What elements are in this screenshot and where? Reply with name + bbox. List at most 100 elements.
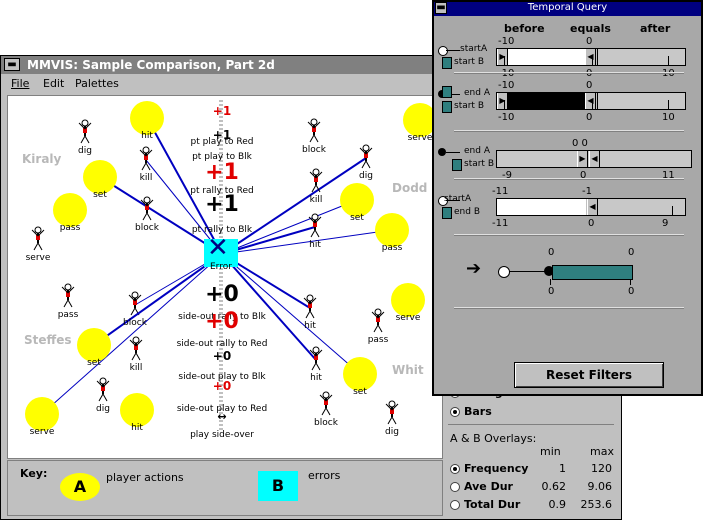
- tq-label-a: end A: [464, 88, 490, 98]
- row-divider: [454, 72, 684, 74]
- action-node-circle[interactable]: [391, 283, 425, 317]
- action-node-circle[interactable]: [343, 357, 377, 391]
- scale-label: pt rally to Blk: [191, 225, 253, 235]
- slider-tick: [592, 100, 593, 110]
- tq-bottom-value: 10: [662, 112, 675, 123]
- header-after: after: [640, 22, 671, 35]
- tq-label-a: startA: [444, 194, 472, 204]
- tq-top-value: 0: [586, 80, 593, 91]
- action-node-circle[interactable]: [340, 183, 374, 217]
- action-node-circle[interactable]: [375, 213, 409, 247]
- tq-range-slider[interactable]: ▶◀: [496, 198, 686, 216]
- action-label: pass: [59, 223, 81, 233]
- action-label: dig: [385, 427, 399, 437]
- scale-symbol: +1: [205, 160, 239, 185]
- right-handle-icon[interactable]: ◀: [587, 199, 598, 215]
- tq-range-slider[interactable]: ▶◀: [496, 150, 692, 168]
- tq-title-bar[interactable]: ▬ Temporal Query: [434, 2, 701, 16]
- action-node-circle[interactable]: [83, 160, 117, 194]
- scale-label: side-out rally to Red: [176, 339, 268, 349]
- tq-bottom-value: 0: [588, 218, 595, 229]
- header-equals: equals: [570, 22, 611, 35]
- right-handle-icon[interactable]: ◀: [585, 49, 596, 65]
- action-node-circle[interactable]: [77, 328, 111, 362]
- action-label: dig: [359, 171, 373, 181]
- left-handle-icon[interactable]: ▶: [577, 151, 588, 167]
- row-divider: [454, 130, 684, 132]
- tq-bottom-value: 9: [662, 218, 669, 229]
- scale-symbol: ↔: [217, 410, 227, 423]
- slider-tick: [672, 206, 673, 216]
- timeline-bar: [552, 265, 633, 280]
- tq-range-slider[interactable]: ▶◀◀: [496, 92, 686, 110]
- temporal-query-window: ▬ Temporal Query before equals after sta…: [432, 0, 703, 396]
- tq-label-b: start B: [454, 57, 484, 67]
- reset-filters-button[interactable]: Reset Filters: [514, 362, 664, 388]
- tq-label-b: end B: [454, 207, 480, 217]
- timeline-bottom-left: 0: [548, 286, 555, 297]
- tq-top-value: 0 0: [572, 138, 588, 149]
- action-label: kill: [129, 363, 143, 373]
- timeline-tick-left: [550, 279, 551, 285]
- timeline-line: [504, 271, 546, 272]
- header-before: before: [504, 22, 545, 35]
- slider-tick: [668, 56, 669, 66]
- player-name-dodd: Dodd: [392, 181, 428, 195]
- slider-fill: [497, 93, 593, 109]
- slider-fill: [497, 49, 593, 65]
- left-handle-icon[interactable]: ▶: [497, 49, 508, 65]
- action-node-circle[interactable]: [53, 193, 87, 227]
- scale-symbol: +0: [212, 379, 232, 393]
- scale-symbol: +1: [212, 104, 232, 118]
- action-label: serve: [29, 427, 55, 437]
- scale-symbol: +1: [205, 192, 239, 217]
- action-node-circle[interactable]: [130, 101, 164, 135]
- slider-fill: [497, 199, 595, 215]
- tq-label-b: start B: [464, 159, 494, 169]
- action-label: kill: [309, 195, 323, 205]
- scale-symbol: +0: [205, 309, 239, 334]
- scale-label: play side-over: [190, 430, 254, 440]
- arrow-right-icon: ➔: [466, 258, 482, 279]
- action-label: dig: [78, 146, 92, 156]
- timeline-bottom-right: 0: [628, 286, 635, 297]
- filled-dot-icon: [438, 148, 446, 156]
- tq-top-value: -10: [498, 80, 515, 91]
- tq-label-a: startA: [460, 44, 488, 54]
- action-label: pass: [367, 335, 389, 345]
- scale-symbol: +0: [205, 282, 239, 307]
- action-label: pass: [57, 310, 79, 320]
- timeline-tick-right: [630, 279, 631, 285]
- action-node-circle[interactable]: [120, 393, 154, 427]
- tq-title: Temporal Query: [527, 2, 608, 13]
- b-square-icon: [442, 101, 452, 113]
- tq-bottom-value: -11: [492, 218, 509, 229]
- action-node-circle[interactable]: [25, 397, 59, 431]
- left-handle-icon[interactable]: ▶: [497, 93, 508, 109]
- tq-bottom-value: -10: [498, 112, 515, 123]
- row-divider: [454, 307, 684, 309]
- action-label: block: [314, 418, 338, 428]
- scale-symbol: +0: [212, 349, 232, 363]
- b-square-icon: [442, 57, 452, 69]
- tq-label-a: end A: [464, 146, 490, 156]
- right-handle-icon[interactable]: ◀: [589, 151, 600, 167]
- error-label: Error: [210, 262, 232, 272]
- action-label: hit: [304, 321, 316, 331]
- a-square-icon: [442, 86, 452, 98]
- timeline-open-dot: [498, 266, 510, 278]
- open-dot-icon: [438, 46, 448, 56]
- player-name-whit: Whit: [392, 363, 424, 377]
- right-handle-icon[interactable]: ◀: [585, 93, 596, 109]
- slider-tick: [504, 56, 505, 66]
- action-label: hit: [310, 373, 322, 383]
- action-label: block: [302, 145, 326, 155]
- tq-top-value: -10: [498, 36, 515, 47]
- action-label: serve: [25, 253, 51, 263]
- tq-range-slider[interactable]: ▶◀◀: [496, 48, 686, 66]
- connector-line: [446, 50, 460, 51]
- player-name-kiraly: Kiraly: [22, 152, 62, 166]
- tq-top-value: -11: [492, 186, 509, 197]
- action-label: set: [353, 387, 367, 397]
- slider-tick: [504, 100, 505, 110]
